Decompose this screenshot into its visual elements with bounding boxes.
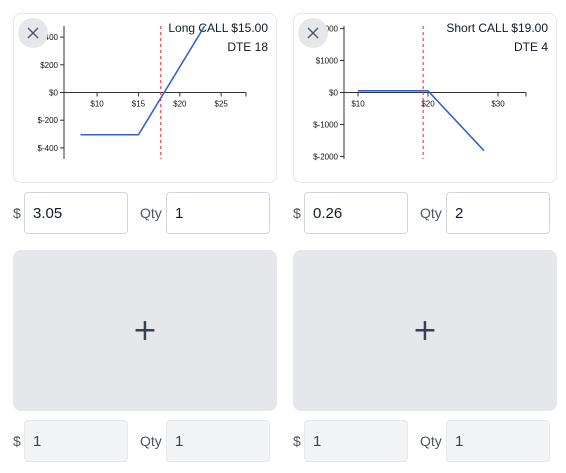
add-position-button[interactable]: + xyxy=(13,250,277,411)
close-icon xyxy=(27,27,39,39)
position-inputs: $ Qty xyxy=(293,192,550,234)
plus-icon: + xyxy=(412,312,438,348)
x-tick-label: $10 xyxy=(351,100,365,109)
qty-label: Qty xyxy=(420,205,442,221)
qty-input xyxy=(446,420,550,462)
price-label: $ xyxy=(293,205,301,221)
price-input xyxy=(24,420,128,462)
x-tick-label: $10 xyxy=(90,100,104,109)
y-tick-label: $1000 xyxy=(316,57,339,66)
x-tick-label: $30 xyxy=(491,100,505,109)
position-card: Short CALL $19.00 DTE 4 $-2000 $-1000 $0 $1… xyxy=(293,13,557,183)
qty-label: Qty xyxy=(140,433,162,449)
price-input[interactable] xyxy=(24,192,128,234)
x-tick-label: $20 xyxy=(173,100,187,109)
qty-label: Qty xyxy=(140,205,162,221)
payoff-chart: $-2000$-1000$0$1000$2000$10$20$30 xyxy=(313,25,527,161)
price-input xyxy=(304,420,408,462)
y-tick-label: $0 xyxy=(329,89,338,98)
qty-input[interactable] xyxy=(166,192,270,234)
position-card: Long CALL $15.00 DTE 18 $-400 $-200 $0 $200… xyxy=(13,13,277,183)
payoff-chart: $-400$-200$0$200$400$10 $15 $20 $25 xyxy=(38,25,247,159)
remove-position-button[interactable] xyxy=(18,18,48,48)
y-tick-label: $-2000 xyxy=(313,152,338,161)
remove-position-button[interactable] xyxy=(298,18,328,48)
price-label: $ xyxy=(13,205,21,221)
x-tick-label: $15 xyxy=(132,100,146,109)
position-inputs: $ Qty xyxy=(13,192,270,234)
close-icon xyxy=(307,27,319,39)
price-label: $ xyxy=(293,433,301,449)
price-label: $ xyxy=(13,433,21,449)
y-tick-label: $-400 xyxy=(38,144,59,153)
y-tick-label: $-200 xyxy=(38,116,59,125)
payoff-line xyxy=(80,25,206,136)
add-position-button[interactable]: + xyxy=(293,250,557,411)
qty-input xyxy=(166,420,270,462)
x-tick-label: $25 xyxy=(215,100,229,109)
plus-icon: + xyxy=(132,312,158,348)
empty-slot-inputs: $ Qty xyxy=(293,420,550,462)
price-input[interactable] xyxy=(304,192,408,234)
y-tick-label: $200 xyxy=(40,61,58,70)
empty-slot-inputs: $ Qty xyxy=(13,420,270,462)
qty-label: Qty xyxy=(420,433,442,449)
y-tick-label: $0 xyxy=(49,89,58,98)
y-tick-label: $-1000 xyxy=(313,120,338,129)
qty-input[interactable] xyxy=(446,192,550,234)
